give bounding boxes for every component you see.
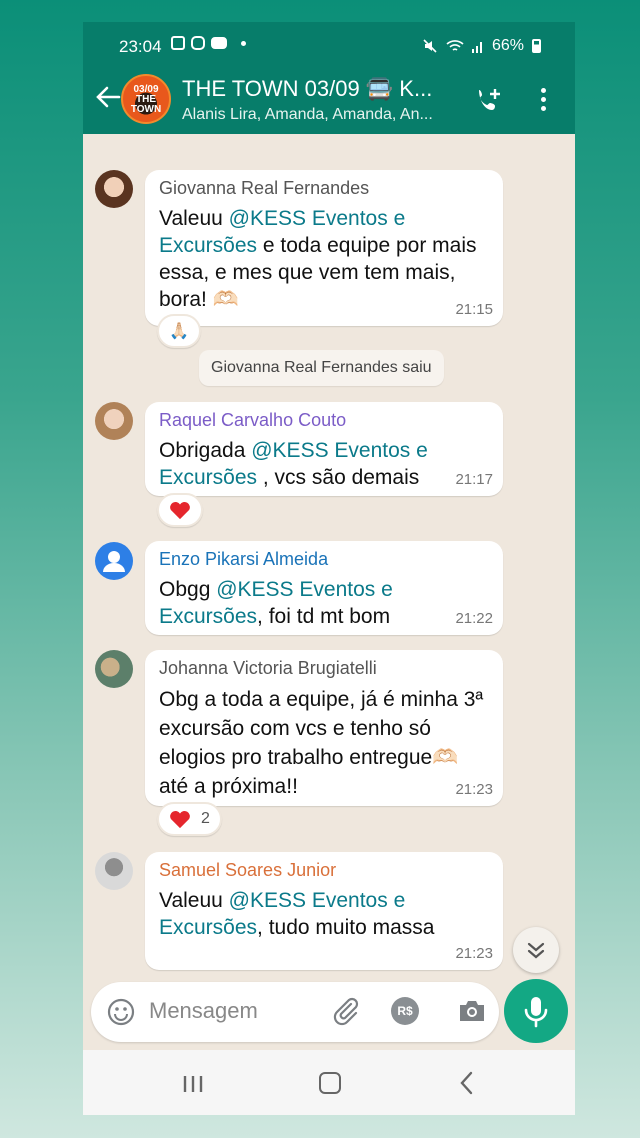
message-text: Obrigada @KESS Eventos e Excursões , vcs…	[159, 439, 428, 489]
reaction-badge[interactable]: 2	[157, 802, 222, 836]
default-avatar-icon	[103, 551, 125, 572]
message-time: 21:23	[455, 945, 493, 962]
home-icon[interactable]	[319, 1072, 341, 1094]
more-notifications-icon	[241, 40, 246, 46]
message-text: Valeuu @KESS Eventos e Excursões, tudo m…	[159, 889, 435, 939]
message-input[interactable]: Mensagem	[149, 998, 258, 1024]
battery-percent: 66%	[491, 37, 524, 54]
message-time: 21:17	[455, 471, 493, 488]
notification-icons	[171, 36, 246, 50]
avatar-enzo[interactable]	[95, 542, 133, 580]
pray-icon: 🙏🏻	[169, 323, 189, 340]
mic-icon	[524, 997, 548, 1028]
sender-name[interactable]: Enzo Pikarsi Almeida	[159, 549, 489, 570]
message-bubble[interactable]: Raquel Carvalho Couto Obrigada @KESS Eve…	[145, 402, 503, 496]
sender-name[interactable]: Samuel Soares Junior	[159, 860, 489, 881]
youtube-icon	[211, 37, 227, 49]
add-call-icon[interactable]	[473, 86, 503, 116]
system-nav-bar	[83, 1050, 575, 1115]
message-time: 21:23	[455, 781, 493, 798]
avatar-giovanna[interactable]	[95, 170, 133, 208]
emoji-icon[interactable]	[107, 998, 135, 1026]
sender-name[interactable]: Raquel Carvalho Couto	[159, 410, 489, 431]
arrow-left-icon[interactable]	[93, 82, 123, 112]
battery-icon	[532, 39, 541, 53]
status-time: 23:04	[119, 37, 162, 56]
group-participants[interactable]: Alanis Lira, Amanda, Amanda, An...	[182, 106, 457, 124]
message-text: Obgg @KESS Eventos e Excursões, foi td m…	[159, 578, 393, 628]
heart-icon	[170, 810, 190, 829]
mute-icon	[423, 39, 437, 53]
payment-button[interactable]: R$	[391, 997, 419, 1025]
mic-button[interactable]	[504, 979, 568, 1043]
avatar-raquel[interactable]	[95, 402, 133, 440]
sender-name[interactable]: Giovanna Real Fernandes	[159, 178, 489, 199]
message-text: Obg a toda a equipe, já é minha 3ª excur…	[159, 688, 484, 798]
group-avatar-text: 03/09 THE TOWN	[130, 84, 162, 115]
camera-icon[interactable]	[457, 998, 487, 1024]
status-bar: 23:04 66%	[83, 22, 575, 68]
recent-apps-icon[interactable]	[181, 1074, 205, 1094]
wifi-icon	[446, 40, 464, 51]
message-bubble[interactable]: Samuel Soares Junior Valeuu @KESS Evento…	[145, 852, 503, 970]
message-text: Valeuu @KESS Eventos e Excursões e toda …	[159, 207, 477, 311]
gallery-icon	[171, 36, 185, 50]
message-time: 21:15	[455, 301, 493, 318]
scroll-to-bottom-button[interactable]	[513, 927, 559, 973]
message-time: 21:22	[455, 610, 493, 627]
avatar-samuel[interactable]	[95, 852, 133, 890]
more-vert-icon[interactable]	[533, 86, 553, 116]
reaction-badge[interactable]	[157, 493, 203, 527]
phone-screen: 23:04 66% 03/09 THE TOWN THE TOWN 03/09 …	[83, 22, 575, 1115]
reaction-badge[interactable]: 🙏🏻	[157, 314, 201, 348]
message-bubble[interactable]: Giovanna Real Fernandes Valeuu @KESS Eve…	[145, 170, 503, 326]
avatar-johanna[interactable]	[95, 650, 133, 688]
system-icons: 66%	[422, 37, 541, 55]
group-avatar[interactable]: 03/09 THE TOWN	[121, 74, 171, 124]
system-message: Giovanna Real Fernandes saiu	[199, 350, 444, 386]
nav-back-icon[interactable]	[457, 1070, 477, 1096]
reaction-count: 2	[201, 810, 210, 827]
signal-icon	[471, 42, 482, 53]
chevron-double-down-icon	[527, 942, 545, 959]
chat-header: 03/09 THE TOWN THE TOWN 03/09 🚍 K... Ala…	[83, 68, 575, 134]
instagram-icon	[191, 36, 205, 50]
message-composer: Mensagem R$	[91, 982, 499, 1042]
paperclip-icon[interactable]	[331, 996, 361, 1026]
message-bubble[interactable]: Johanna Victoria Brugiatelli Obg a toda …	[145, 650, 503, 806]
heart-icon	[170, 501, 190, 520]
group-title[interactable]: THE TOWN 03/09 🚍 K...	[182, 76, 452, 102]
chat-area: Giovanna Real Fernandes Valeuu @KESS Eve…	[83, 134, 575, 982]
message-bubble[interactable]: Enzo Pikarsi Almeida Obgg @KESS Eventos …	[145, 541, 503, 635]
sender-name[interactable]: Johanna Victoria Brugiatelli	[159, 658, 489, 679]
